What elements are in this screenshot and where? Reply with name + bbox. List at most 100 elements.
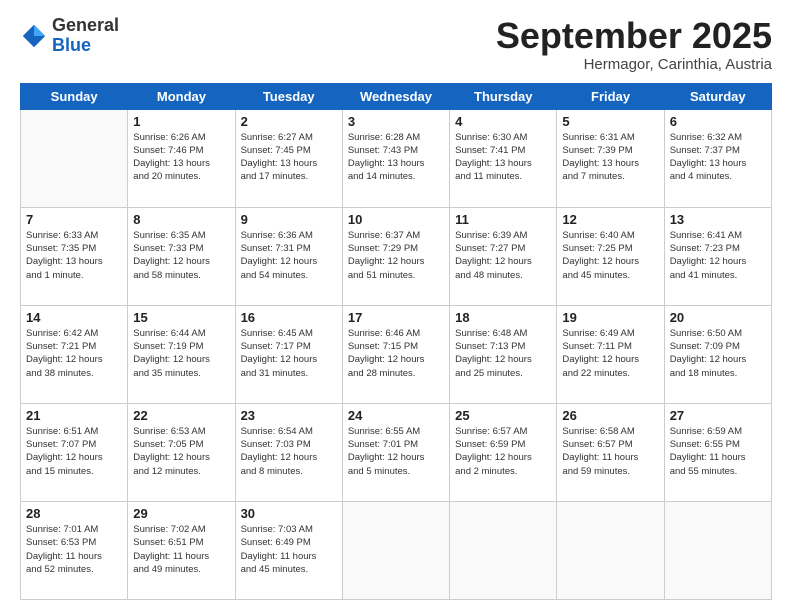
day-info: Sunrise: 6:26 AM Sunset: 7:46 PM Dayligh… xyxy=(133,131,229,184)
calendar-cell: 7 Sunrise: 6:33 AM Sunset: 7:35 PM Daylig… xyxy=(21,207,128,305)
calendar-cell: 10 Sunrise: 6:37 AM Sunset: 7:29 PM Dayli… xyxy=(342,207,449,305)
day-info: Sunrise: 7:01 AM Sunset: 6:53 PM Dayligh… xyxy=(26,523,122,576)
weekday-header: Wednesday xyxy=(342,83,449,109)
day-info: Sunrise: 6:49 AM Sunset: 7:11 PM Dayligh… xyxy=(562,327,658,380)
calendar-cell xyxy=(450,501,557,599)
day-info: Sunrise: 6:48 AM Sunset: 7:13 PM Dayligh… xyxy=(455,327,551,380)
calendar-cell: 12 Sunrise: 6:40 AM Sunset: 7:25 PM Dayli… xyxy=(557,207,664,305)
calendar-cell: 25 Sunrise: 6:57 AM Sunset: 6:59 PM Dayli… xyxy=(450,403,557,501)
day-info: Sunrise: 6:40 AM Sunset: 7:25 PM Dayligh… xyxy=(562,229,658,282)
day-info: Sunrise: 6:39 AM Sunset: 7:27 PM Dayligh… xyxy=(455,229,551,282)
calendar: SundayMondayTuesdayWednesdayThursdayFrid… xyxy=(20,83,772,600)
day-number: 20 xyxy=(670,310,766,325)
day-info: Sunrise: 6:28 AM Sunset: 7:43 PM Dayligh… xyxy=(348,131,444,184)
calendar-week-row: 14Sunrise: 6:42 AM Sunset: 7:21 PM Dayli… xyxy=(21,305,772,403)
day-number: 29 xyxy=(133,506,229,521)
calendar-cell: 20Sunrise: 6:50 AM Sunset: 7:09 PM Dayli… xyxy=(664,305,771,403)
day-number: 6 xyxy=(670,114,766,129)
day-number: 11 xyxy=(455,212,551,227)
calendar-cell xyxy=(664,501,771,599)
calendar-week-row: 28 Sunrise: 7:01 AM Sunset: 6:53 PM Dayli… xyxy=(21,501,772,599)
weekday-header: Sunday xyxy=(21,83,128,109)
calendar-cell: 30Sunrise: 7:03 AM Sunset: 6:49 PM Dayli… xyxy=(235,501,342,599)
day-info: Sunrise: 6:54 AM Sunset: 7:03 PM Dayligh… xyxy=(241,425,337,478)
day-info: Sunrise: 6:53 AM Sunset: 7:05 PM Dayligh… xyxy=(133,425,229,478)
logo-general-text: General xyxy=(52,16,119,36)
day-info: Sunrise: 7:02 AM Sunset: 6:51 PM Dayligh… xyxy=(133,523,229,576)
calendar-week-row: 7 Sunrise: 6:33 AM Sunset: 7:35 PM Daylig… xyxy=(21,207,772,305)
day-info: Sunrise: 6:57 AM Sunset: 6:59 PM Dayligh… xyxy=(455,425,551,478)
calendar-cell xyxy=(557,501,664,599)
day-number: 30 xyxy=(241,506,337,521)
day-number: 23 xyxy=(241,408,337,423)
weekday-header: Saturday xyxy=(664,83,771,109)
calendar-cell: 5 Sunrise: 6:31 AM Sunset: 7:39 PM Daylig… xyxy=(557,109,664,207)
calendar-cell: 29 Sunrise: 7:02 AM Sunset: 6:51 PM Dayli… xyxy=(128,501,235,599)
calendar-cell: 18Sunrise: 6:48 AM Sunset: 7:13 PM Dayli… xyxy=(450,305,557,403)
logo-blue-text: Blue xyxy=(52,36,119,56)
day-info: Sunrise: 6:30 AM Sunset: 7:41 PM Dayligh… xyxy=(455,131,551,184)
weekday-header: Friday xyxy=(557,83,664,109)
day-number: 16 xyxy=(241,310,337,325)
day-info: Sunrise: 6:51 AM Sunset: 7:07 PM Dayligh… xyxy=(26,425,122,478)
calendar-cell: 27Sunrise: 6:59 AM Sunset: 6:55 PM Dayli… xyxy=(664,403,771,501)
logo-text: General Blue xyxy=(52,16,119,56)
day-info: Sunrise: 6:37 AM Sunset: 7:29 PM Dayligh… xyxy=(348,229,444,282)
month-title: September 2025 xyxy=(496,16,772,56)
day-number: 13 xyxy=(670,212,766,227)
day-number: 10 xyxy=(348,212,444,227)
page: General Blue September 2025 Hermagor, Ca… xyxy=(0,0,792,612)
day-number: 27 xyxy=(670,408,766,423)
day-number: 28 xyxy=(26,506,122,521)
day-number: 14 xyxy=(26,310,122,325)
header: General Blue September 2025 Hermagor, Ca… xyxy=(20,16,772,73)
day-number: 17 xyxy=(348,310,444,325)
day-info: Sunrise: 6:27 AM Sunset: 7:45 PM Dayligh… xyxy=(241,131,337,184)
calendar-cell: 15 Sunrise: 6:44 AM Sunset: 7:19 PM Dayli… xyxy=(128,305,235,403)
day-number: 24 xyxy=(348,408,444,423)
calendar-cell: 23 Sunrise: 6:54 AM Sunset: 7:03 PM Dayli… xyxy=(235,403,342,501)
day-number: 12 xyxy=(562,212,658,227)
calendar-cell: 11 Sunrise: 6:39 AM Sunset: 7:27 PM Dayli… xyxy=(450,207,557,305)
day-info: Sunrise: 6:36 AM Sunset: 7:31 PM Dayligh… xyxy=(241,229,337,282)
calendar-week-row: 21 Sunrise: 6:51 AM Sunset: 7:07 PM Dayli… xyxy=(21,403,772,501)
day-info: Sunrise: 6:35 AM Sunset: 7:33 PM Dayligh… xyxy=(133,229,229,282)
calendar-cell: 3 Sunrise: 6:28 AM Sunset: 7:43 PM Daylig… xyxy=(342,109,449,207)
day-number: 9 xyxy=(241,212,337,227)
day-number: 3 xyxy=(348,114,444,129)
weekday-row: SundayMondayTuesdayWednesdayThursdayFrid… xyxy=(21,83,772,109)
calendar-cell: 24 Sunrise: 6:55 AM Sunset: 7:01 PM Dayli… xyxy=(342,403,449,501)
calendar-cell: 4 Sunrise: 6:30 AM Sunset: 7:41 PM Daylig… xyxy=(450,109,557,207)
calendar-cell: 1 Sunrise: 6:26 AM Sunset: 7:46 PM Daylig… xyxy=(128,109,235,207)
day-number: 2 xyxy=(241,114,337,129)
calendar-cell: 14Sunrise: 6:42 AM Sunset: 7:21 PM Dayli… xyxy=(21,305,128,403)
logo: General Blue xyxy=(20,16,119,56)
day-info: Sunrise: 6:46 AM Sunset: 7:15 PM Dayligh… xyxy=(348,327,444,380)
day-info: Sunrise: 6:32 AM Sunset: 7:37 PM Dayligh… xyxy=(670,131,766,184)
calendar-cell xyxy=(21,109,128,207)
day-number: 8 xyxy=(133,212,229,227)
calendar-cell: 26 Sunrise: 6:58 AM Sunset: 6:57 PM Dayli… xyxy=(557,403,664,501)
day-number: 5 xyxy=(562,114,658,129)
day-number: 7 xyxy=(26,212,122,227)
day-number: 1 xyxy=(133,114,229,129)
day-number: 21 xyxy=(26,408,122,423)
calendar-cell: 2 Sunrise: 6:27 AM Sunset: 7:45 PM Daylig… xyxy=(235,109,342,207)
day-number: 25 xyxy=(455,408,551,423)
calendar-cell: 17 Sunrise: 6:46 AM Sunset: 7:15 PM Dayli… xyxy=(342,305,449,403)
weekday-header: Monday xyxy=(128,83,235,109)
weekday-header: Tuesday xyxy=(235,83,342,109)
calendar-cell: 13Sunrise: 6:41 AM Sunset: 7:23 PM Dayli… xyxy=(664,207,771,305)
day-info: Sunrise: 6:55 AM Sunset: 7:01 PM Dayligh… xyxy=(348,425,444,478)
day-info: Sunrise: 6:33 AM Sunset: 7:35 PM Dayligh… xyxy=(26,229,122,282)
logo-icon xyxy=(20,22,48,50)
calendar-body: 1 Sunrise: 6:26 AM Sunset: 7:46 PM Daylig… xyxy=(21,109,772,599)
day-number: 26 xyxy=(562,408,658,423)
day-number: 4 xyxy=(455,114,551,129)
day-info: Sunrise: 6:31 AM Sunset: 7:39 PM Dayligh… xyxy=(562,131,658,184)
calendar-week-row: 1 Sunrise: 6:26 AM Sunset: 7:46 PM Daylig… xyxy=(21,109,772,207)
day-info: Sunrise: 6:44 AM Sunset: 7:19 PM Dayligh… xyxy=(133,327,229,380)
day-info: Sunrise: 6:58 AM Sunset: 6:57 PM Dayligh… xyxy=(562,425,658,478)
day-number: 15 xyxy=(133,310,229,325)
day-number: 19 xyxy=(562,310,658,325)
